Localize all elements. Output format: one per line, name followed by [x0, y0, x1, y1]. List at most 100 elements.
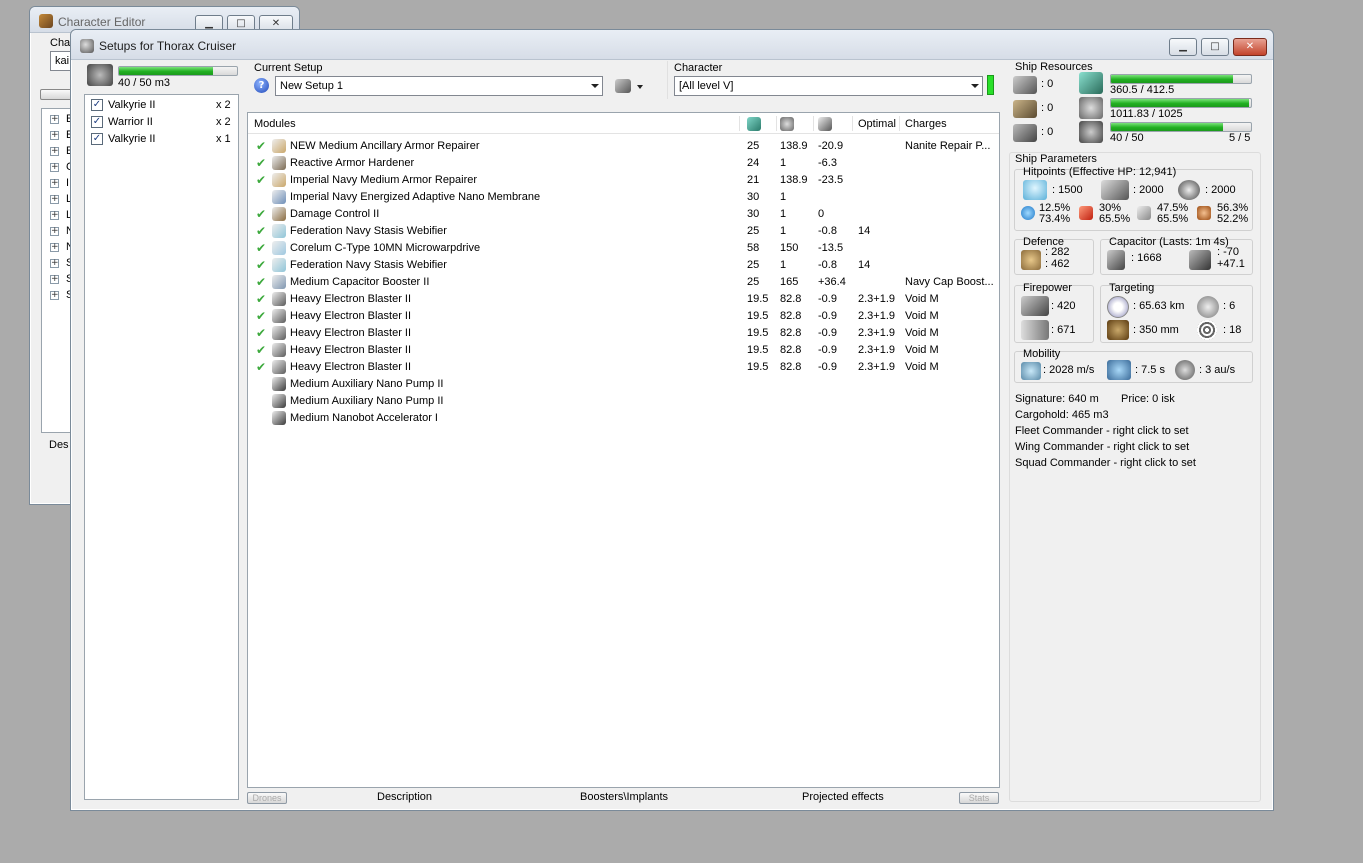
setups-titlebar[interactable]: Setups for Thorax Cruiser ▁ □ ✕	[71, 30, 1273, 60]
ce-toolbar-button[interactable]	[40, 89, 74, 100]
drone-list[interactable]: ✓ Valkyrie II x 2 ✓ Warrior II x 2 ✓ Valkyrie I…	[84, 94, 239, 800]
module-charges: Nanite Repair P...	[905, 140, 991, 152]
module-row[interactable]: ✔ NEW Medium Ancillary Armor Repairer 25 13…	[248, 138, 999, 155]
module-row[interactable]: ✔ Heavy Electron Blaster II 19.5 82.8 -0.9 2.…	[248, 359, 999, 376]
module-row[interactable]: ✔ Imperial Navy Medium Armor Repairer 21 13…	[248, 172, 999, 189]
module-cpu: 19.5	[747, 344, 769, 356]
minimize-button[interactable]: ▁	[1169, 38, 1197, 56]
modules-header-optimal[interactable]: Optimal	[858, 118, 896, 130]
current-setup-combo[interactable]: New Setup 1	[275, 76, 603, 96]
module-online-check-icon[interactable]: ✔	[256, 275, 266, 289]
expand-icon[interactable]: +	[50, 227, 59, 236]
module-name: Heavy Electron Blaster II	[290, 310, 412, 322]
setup-menu-button[interactable]	[613, 76, 649, 96]
expand-icon[interactable]: +	[50, 243, 59, 252]
squad-commander-link[interactable]: Squad Commander - right click to set	[1015, 457, 1196, 469]
module-icon	[272, 326, 286, 340]
module-row[interactable]: Imperial Navy Energized Adaptive Nano Me…	[248, 189, 999, 206]
expand-icon[interactable]: +	[50, 179, 59, 188]
module-cpu: 30	[747, 208, 760, 220]
module-online-check-icon[interactable]: ✔	[256, 173, 266, 187]
drone-checkbox[interactable]: ✓	[91, 116, 103, 128]
drone-checkbox[interactable]: ✓	[91, 99, 103, 111]
module-row[interactable]: Medium Auxiliary Nano Pump II	[248, 376, 999, 393]
targeting-range-icon	[1107, 296, 1129, 318]
expand-icon[interactable]: +	[50, 195, 59, 204]
drone-row[interactable]: ✓ Valkyrie II x 1	[85, 131, 238, 147]
drone-bandwidth-icon	[1079, 121, 1103, 143]
module-online-check-icon[interactable]: ✔	[256, 139, 266, 153]
drone-count-value: 5 / 5	[1229, 132, 1251, 144]
expand-icon[interactable]: +	[50, 275, 59, 284]
cpu-bar	[1110, 74, 1252, 84]
structure-hp-icon	[1178, 180, 1200, 200]
module-online-check-icon[interactable]: ✔	[256, 156, 266, 170]
character-status-indicator	[987, 75, 994, 95]
module-online-check-icon[interactable]: ✔	[256, 292, 266, 306]
expand-icon[interactable]: +	[50, 115, 59, 124]
help-icon[interactable]: ?	[254, 78, 269, 93]
maximize-button[interactable]: □	[1201, 38, 1229, 56]
module-pg: 1	[780, 157, 787, 169]
module-icon	[272, 156, 286, 170]
module-row[interactable]: ✔ Damage Control II 30 1 0	[248, 206, 999, 223]
module-cpu: 19.5	[747, 293, 769, 305]
modules-header-charges[interactable]: Charges	[905, 118, 947, 130]
modules-table[interactable]: Modules Optimal Charges ✔ NEW Medium Anci…	[247, 112, 1000, 788]
turret-hardpoints-value: : 0	[1041, 78, 1054, 90]
module-row[interactable]: ✔ Federation Navy Stasis Webifier 25 1 -0.8 1…	[248, 257, 999, 274]
expand-icon[interactable]: +	[50, 147, 59, 156]
module-online-check-icon[interactable]: ✔	[256, 207, 266, 221]
drone-row[interactable]: ✓ Valkyrie II x 2	[85, 97, 238, 113]
module-online-check-icon[interactable]: ✔	[256, 241, 266, 255]
setups-window[interactable]: Setups for Thorax Cruiser ▁ □ ✕ 40 / 50 …	[70, 29, 1274, 811]
module-online-check-icon[interactable]: ✔	[256, 343, 266, 357]
character-combo[interactable]: [All level V]	[674, 76, 983, 96]
fleet-commander-link[interactable]: Fleet Commander - right click to set	[1015, 425, 1189, 437]
module-cpu: 25	[747, 276, 760, 288]
module-charges: Void M	[905, 310, 939, 322]
module-cap: -20.9	[818, 140, 844, 152]
drone-row[interactable]: ✓ Warrior II x 2	[85, 114, 238, 130]
module-row[interactable]: Medium Auxiliary Nano Pump II	[248, 393, 999, 410]
module-row[interactable]: ✔ Corelum C-Type 10MN Microwarpdrive 58 150…	[248, 240, 999, 257]
module-row[interactable]: ✔ Heavy Electron Blaster II 19.5 82.8 -0.9 2.…	[248, 291, 999, 308]
module-row[interactable]: ✔ Heavy Electron Blaster II 19.5 82.8 -0.9 2.…	[248, 325, 999, 342]
expand-icon[interactable]: +	[50, 291, 59, 300]
module-cap: 0	[818, 208, 825, 220]
structure-hp-value: : 2000	[1205, 184, 1236, 196]
drones-tab-button[interactable]: Drones	[247, 792, 287, 804]
module-online-check-icon[interactable]: ✔	[256, 360, 266, 374]
expand-icon[interactable]: +	[50, 163, 59, 172]
description-tab[interactable]: Description	[377, 791, 432, 803]
stats-tab-button[interactable]: Stats	[959, 792, 999, 804]
module-row[interactable]: ✔ Reactive Armor Hardener 24 1 -6.3	[248, 155, 999, 172]
module-row[interactable]: ✔ Heavy Electron Blaster II 19.5 82.8 -0.9 2.…	[248, 342, 999, 359]
expand-icon[interactable]: +	[50, 211, 59, 220]
expand-icon[interactable]: +	[50, 259, 59, 268]
close-button[interactable]: ✕	[1233, 38, 1267, 56]
max-targets-icon	[1197, 296, 1219, 318]
module-online-check-icon[interactable]: ✔	[256, 258, 266, 272]
capacitor-column-icon[interactable]	[818, 117, 832, 131]
cpu-value: 360.5 / 412.5	[1110, 84, 1175, 96]
module-online-check-icon[interactable]: ✔	[256, 224, 266, 238]
drone-checkbox[interactable]: ✓	[91, 133, 103, 145]
boosters-tab[interactable]: Boosters\Implants	[580, 791, 668, 803]
module-pg: 138.9	[780, 140, 808, 152]
module-icon	[272, 224, 286, 238]
module-row[interactable]: ✔ Heavy Electron Blaster II 19.5 82.8 -0.9 2.…	[248, 308, 999, 325]
wing-commander-link[interactable]: Wing Commander - right click to set	[1015, 441, 1189, 453]
module-row[interactable]: Medium Nanobot Accelerator I	[248, 410, 999, 427]
cpu-column-icon[interactable]	[747, 117, 761, 131]
expand-icon[interactable]: +	[50, 131, 59, 140]
module-pg: 1	[780, 259, 787, 271]
modules-header-name[interactable]: Modules	[254, 118, 296, 130]
module-row[interactable]: ✔ Medium Capacitor Booster II 25 165 +36.4 Na…	[248, 274, 999, 291]
drone-name: Valkyrie II	[108, 99, 156, 111]
powergrid-column-icon[interactable]	[780, 117, 794, 131]
module-online-check-icon[interactable]: ✔	[256, 326, 266, 340]
module-row[interactable]: ✔ Federation Navy Stasis Webifier 25 1 -0.8 1…	[248, 223, 999, 240]
projected-effects-tab[interactable]: Projected effects	[802, 791, 884, 803]
module-online-check-icon[interactable]: ✔	[256, 309, 266, 323]
